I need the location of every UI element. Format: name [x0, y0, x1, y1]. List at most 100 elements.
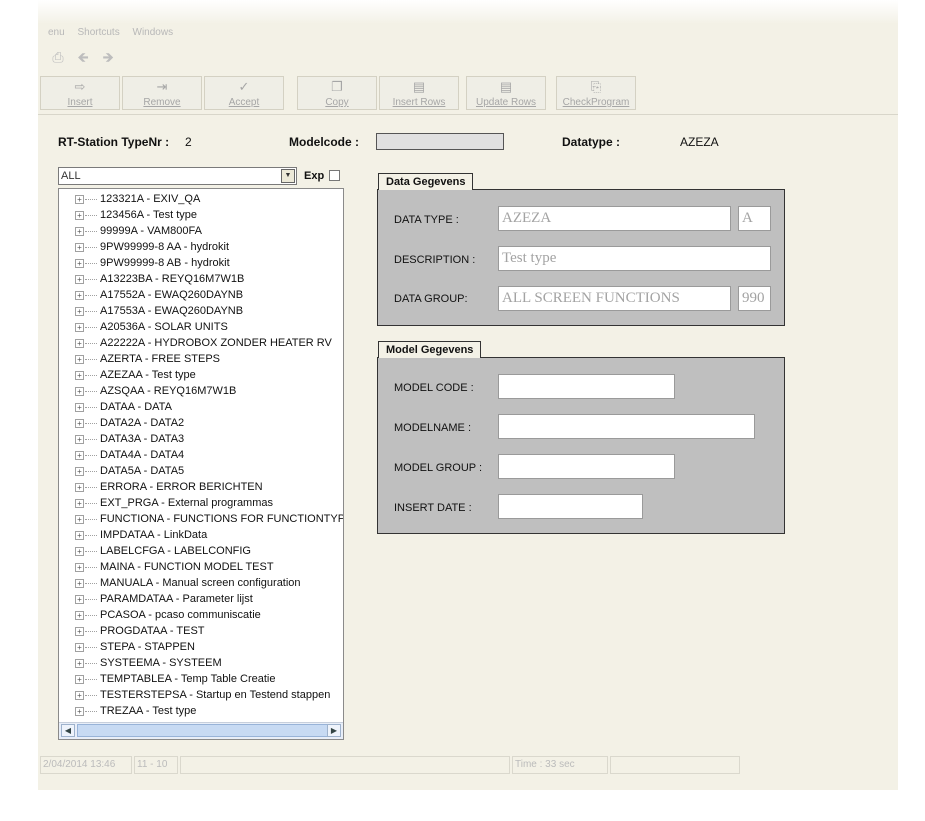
model-group-field[interactable]: [498, 454, 675, 479]
data-gegevens-title: Data Gegevens: [378, 173, 474, 190]
tree-item-label: PROGDATAA - TEST: [100, 625, 205, 637]
tree-connector: [85, 327, 97, 328]
status-bar: 2/04/2014 13:46 11 - 10 Time : 33 sec: [38, 753, 898, 778]
expand-plus-icon[interactable]: +: [75, 691, 84, 700]
horizontal-scrollbar[interactable]: ◀ ▶: [59, 722, 343, 739]
type-tree[interactable]: +123321A - EXIV_QA +123456A - Test type +9…: [58, 188, 344, 740]
expand-plus-icon[interactable]: +: [75, 275, 84, 284]
accept-button[interactable]: ✓ Accept: [204, 76, 284, 110]
expand-plus-icon[interactable]: +: [75, 195, 84, 204]
tree-item-label: DATA3A - DATA3: [100, 433, 185, 445]
update-rows-button[interactable]: ▤ Update Rows: [466, 76, 546, 110]
tree-connector: [85, 679, 97, 680]
tree-item-label: DATA2A - DATA2: [100, 417, 185, 429]
tree-item-label: LABELCFGA - LABELCONFIG: [100, 545, 251, 557]
expand-plus-icon[interactable]: +: [75, 355, 84, 364]
copy-button[interactable]: ❐ Copy: [297, 76, 377, 110]
tree-item-label: A17552A - EWAQ260DAYNB: [100, 289, 244, 301]
expand-plus-icon[interactable]: +: [75, 403, 84, 412]
insert-rows-button[interactable]: ▤ Insert Rows: [379, 76, 459, 110]
station-label: RT-Station TypeNr :: [58, 135, 170, 149]
expand-plus-icon[interactable]: +: [75, 323, 84, 332]
print-icon[interactable]: ⎙: [48, 48, 68, 66]
tree-connector: [85, 199, 97, 200]
tree-item-label: AZEZAA - Test type: [100, 369, 196, 381]
tree-item-label: AZERTA - FREE STEPS: [100, 353, 221, 365]
expand-plus-icon[interactable]: +: [75, 659, 84, 668]
tree-connector: [85, 535, 97, 536]
tree-item-label: 9PW99999-8 AA - hydrokit: [100, 241, 230, 253]
expand-plus-icon[interactable]: +: [75, 211, 84, 220]
tree-item-label: DATA5A - DATA5: [100, 465, 185, 477]
expand-plus-icon[interactable]: +: [75, 675, 84, 684]
status-empty-2: [610, 756, 740, 774]
tree-item-label: 123456A - Test type: [100, 209, 198, 221]
exp-checkbox[interactable]: [329, 170, 340, 181]
tree-item-label: SYSTEEMA - SYSTEEM: [100, 657, 222, 669]
tree-connector: [85, 391, 97, 392]
remove-button[interactable]: ⇥ Remove: [122, 76, 202, 110]
scroll-right-icon[interactable]: ▶: [327, 724, 341, 737]
expand-plus-icon[interactable]: +: [75, 579, 84, 588]
data-type-field[interactable]: AZEZA: [498, 206, 731, 231]
expand-plus-icon[interactable]: +: [75, 371, 84, 380]
arrow-right-icon[interactable]: 🡺: [98, 48, 118, 66]
menu-item-shortcuts[interactable]: Shortcuts: [77, 27, 119, 38]
expand-plus-icon[interactable]: +: [75, 499, 84, 508]
main-toolbar: ⇨ Insert ⇥ Remove ✓ Accept ❐ Copy ▤ Inse…: [38, 76, 898, 112]
expand-plus-icon[interactable]: +: [75, 563, 84, 572]
tree-item-label: 123321A - EXIV_QA: [100, 193, 201, 205]
exp-label: Exp: [304, 170, 325, 182]
expand-plus-icon[interactable]: +: [75, 611, 84, 620]
status-empty-1: [180, 756, 510, 774]
expand-plus-icon[interactable]: +: [75, 515, 84, 524]
remove-icon: ⇥: [156, 79, 168, 94]
tree-connector: [85, 439, 97, 440]
chevron-down-icon[interactable]: ▼: [281, 169, 295, 183]
tree-item-label: TESTERSTEPSA - Startup en Testend stappe…: [100, 689, 331, 701]
expand-plus-icon[interactable]: +: [75, 547, 84, 556]
expand-plus-icon[interactable]: +: [75, 307, 84, 316]
model-code-field[interactable]: [498, 374, 675, 399]
tree-item-label: AZSQAA - REYQ16M7W1B: [100, 385, 237, 397]
tree-item-label: A20536A - SOLAR UNITS: [100, 321, 228, 333]
expand-plus-icon[interactable]: +: [75, 595, 84, 604]
expand-plus-icon[interactable]: +: [75, 451, 84, 460]
menu-item-main[interactable]: enu: [48, 27, 65, 38]
tree-connector: [85, 615, 97, 616]
expand-plus-icon[interactable]: +: [75, 467, 84, 476]
expand-plus-icon[interactable]: +: [75, 643, 84, 652]
expand-plus-icon[interactable]: +: [75, 627, 84, 636]
expand-plus-icon[interactable]: +: [75, 483, 84, 492]
filter-select[interactable]: ALL ▼: [58, 167, 297, 185]
expand-plus-icon[interactable]: +: [75, 339, 84, 348]
update-rows-icon: ▤: [499, 79, 513, 94]
expand-plus-icon[interactable]: +: [75, 419, 84, 428]
arrow-left-icon[interactable]: 🡸: [73, 48, 93, 66]
expand-plus-icon[interactable]: +: [75, 531, 84, 540]
menu-item-windows[interactable]: Windows: [133, 27, 174, 38]
modelcode-field[interactable]: [376, 133, 504, 150]
quick-toolbar: ⎙ 🡸 🡺: [48, 48, 120, 70]
expand-plus-icon[interactable]: +: [75, 259, 84, 268]
tree-connector: [85, 647, 97, 648]
insert-date-field[interactable]: [498, 494, 643, 519]
description-field[interactable]: Test type: [498, 246, 771, 271]
expand-plus-icon[interactable]: +: [75, 227, 84, 236]
insert-button[interactable]: ⇨ Insert: [40, 76, 120, 110]
modelname-field[interactable]: [498, 414, 755, 439]
scroll-thumb[interactable]: [77, 724, 329, 737]
check-program-button[interactable]: ⎘ CheckProgram: [556, 76, 636, 110]
expand-plus-icon[interactable]: +: [75, 291, 84, 300]
scroll-left-icon[interactable]: ◀: [61, 724, 75, 737]
expand-plus-icon[interactable]: +: [75, 243, 84, 252]
datatype-value: AZEZA: [680, 135, 719, 149]
tree-item-label: DATAA - DATA: [100, 401, 172, 413]
data-group-field[interactable]: ALL SCREEN FUNCTIONS: [498, 286, 731, 311]
status-datetime: 2/04/2014 13:46: [40, 756, 132, 774]
expand-plus-icon[interactable]: +: [75, 387, 84, 396]
data-group-code-field[interactable]: 990: [738, 286, 771, 311]
expand-plus-icon[interactable]: +: [75, 707, 84, 716]
data-type-suffix-field[interactable]: A: [738, 206, 771, 231]
expand-plus-icon[interactable]: +: [75, 435, 84, 444]
